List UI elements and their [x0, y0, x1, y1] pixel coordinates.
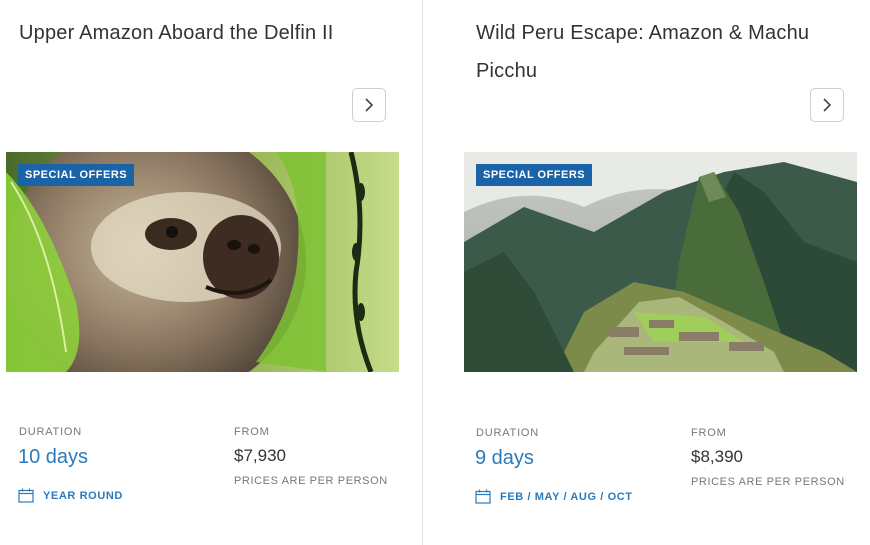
duration-value: 10 days: [18, 446, 89, 468]
trip-photo-sloth[interactable]: SPECIAL OFFERS: [6, 152, 399, 372]
trip-title[interactable]: Upper Amazon Aboard the Delfin II: [19, 14, 404, 52]
duration-value: 9 days: [475, 447, 534, 469]
chevron-right-icon: [365, 98, 374, 112]
trip-card[interactable]: Wild Peru Escape: Amazon & Machu Picchu: [424, 0, 870, 545]
calendar-icon: [18, 488, 34, 503]
price-value: $8,390: [691, 447, 743, 466]
season-text: YEAR ROUND: [43, 489, 123, 502]
next-arrow-button[interactable]: [810, 88, 844, 122]
calendar-icon: [475, 489, 491, 504]
chevron-right-icon: [823, 98, 832, 112]
card-divider: [422, 0, 423, 545]
price-value: $7,930: [234, 446, 286, 465]
duration-label: DURATION: [476, 427, 540, 439]
from-label: FROM: [234, 426, 270, 438]
departure-season: YEAR ROUND: [18, 488, 123, 503]
special-offers-badge: SPECIAL OFFERS: [476, 164, 593, 186]
trip-photo-machu-picchu[interactable]: SPECIAL OFFERS: [464, 152, 857, 372]
from-label: FROM: [691, 427, 727, 439]
season-text: FEB / MAY / AUG / OCT: [500, 490, 633, 503]
next-arrow-button[interactable]: [352, 88, 386, 122]
price-note: PRICES ARE PER PERSON: [691, 476, 845, 488]
departure-season: FEB / MAY / AUG / OCT: [475, 489, 633, 504]
special-offers-badge: SPECIAL OFFERS: [18, 164, 135, 186]
price-note: PRICES ARE PER PERSON: [234, 475, 388, 487]
trip-title[interactable]: Wild Peru Escape: Amazon & Machu Picchu: [476, 14, 856, 90]
duration-label: DURATION: [19, 426, 83, 438]
trip-card[interactable]: Upper Amazon Aboard the Delfin II SPECIA…: [0, 0, 420, 545]
